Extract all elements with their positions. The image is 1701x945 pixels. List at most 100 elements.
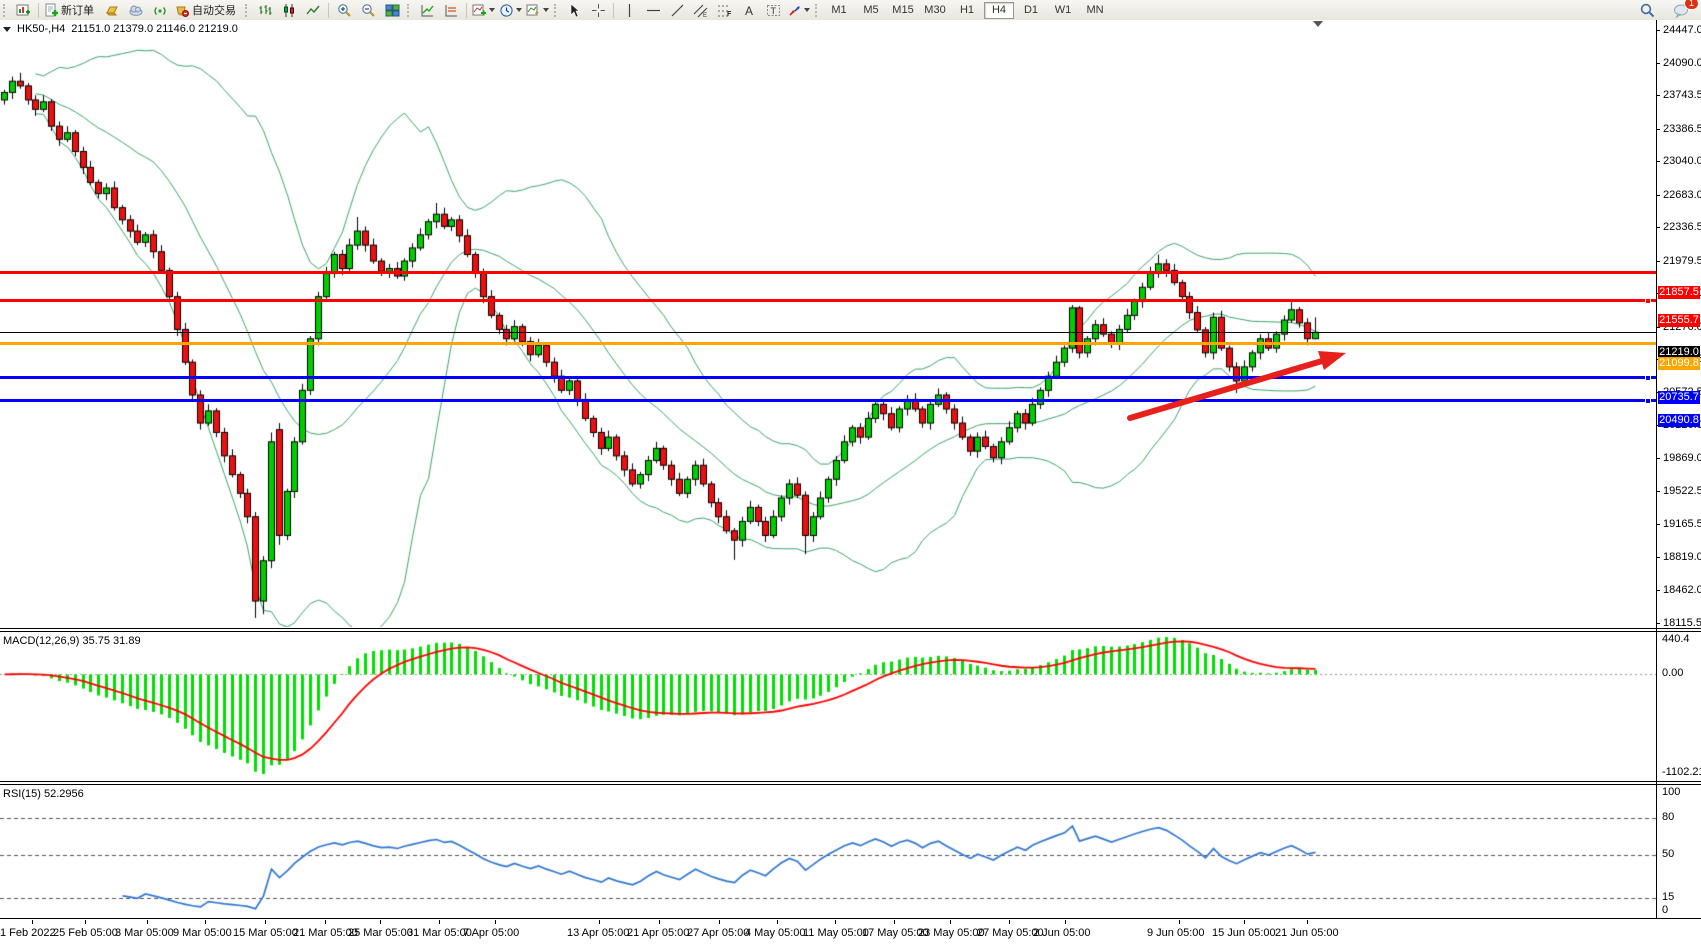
time-axis-tick xyxy=(1244,920,1245,924)
price-axis-tick: 19165.5 xyxy=(1656,518,1701,531)
channel-button[interactable]: E xyxy=(689,1,713,19)
text-button[interactable]: A xyxy=(737,1,761,19)
price-axis-highlight-label: 20735.7 xyxy=(1658,391,1700,404)
crosshair-button[interactable] xyxy=(586,1,610,19)
time-axis-label: 4 May 05:00 xyxy=(745,927,806,939)
objects-list-button[interactable] xyxy=(439,1,463,19)
toolbar-drag-handle[interactable] xyxy=(815,4,819,17)
gold-button[interactable] xyxy=(100,1,124,19)
time-axis[interactable]: 1 Feb 202225 Feb 05:003 Mar 05:009 Mar 0… xyxy=(0,920,1701,945)
timeframe-button-m30[interactable]: M30 xyxy=(920,2,950,19)
rsi-axis-label-50: 50 xyxy=(1662,848,1674,860)
time-axis-label: 23 May 05:00 xyxy=(918,927,985,939)
rsi-canvas[interactable] xyxy=(0,785,1656,916)
toolbar-drag-handle[interactable] xyxy=(3,4,7,17)
indicator-list-button[interactable] xyxy=(415,1,439,19)
symbol-dropdown-icon[interactable] xyxy=(3,27,11,32)
price-axis[interactable]: 24447.024090.023743.523386.523040.022683… xyxy=(1656,20,1701,919)
time-axis-tick xyxy=(894,920,895,924)
time-axis-label: 11 May 05:00 xyxy=(803,927,869,939)
macd-canvas[interactable] xyxy=(0,632,1656,779)
templates-button[interactable] xyxy=(524,1,551,19)
signal-button[interactable] xyxy=(148,1,172,19)
timeframe-button-m5[interactable]: M5 xyxy=(856,2,886,19)
macd-axis-min: -1102.21 xyxy=(1662,766,1701,778)
gold-icon xyxy=(104,3,120,18)
time-axis-label: 13 Apr 05:00 xyxy=(567,927,629,939)
timeframe-button-m15[interactable]: M15 xyxy=(888,2,918,19)
time-axis-tick xyxy=(1009,920,1010,924)
cloud-button[interactable] xyxy=(124,1,148,19)
timeframe-button-d1[interactable]: D1 xyxy=(1016,2,1046,19)
vertical-line-button[interactable] xyxy=(617,1,641,19)
timeframe-button-mn[interactable]: MN xyxy=(1080,2,1110,19)
toolbar-drag-handle[interactable] xyxy=(407,4,411,17)
periods-button[interactable] xyxy=(497,1,524,19)
bar-chart-button[interactable] xyxy=(253,1,277,19)
search-icon xyxy=(1639,2,1655,18)
add-indicator-button[interactable] xyxy=(470,1,497,19)
macd-pane: MACD(12,26,9) 35.75 31.89 440.40.00-1102… xyxy=(0,631,1701,782)
notifications-button[interactable]: 1 xyxy=(1669,1,1693,19)
zoom-in-button[interactable] xyxy=(332,1,356,19)
price-axis-tick: 22336.5 xyxy=(1656,221,1701,234)
toolbar-drag-handle[interactable] xyxy=(554,4,558,17)
toolbar-right: 1 xyxy=(1635,1,1701,19)
periods-clock-icon xyxy=(499,3,514,18)
cursor-button[interactable] xyxy=(562,1,586,19)
candlestick-chart-button[interactable] xyxy=(277,1,301,19)
main-price-pane: HK50-,H4 21151.0 21379.0 21146.0 21219.0 xyxy=(0,20,1701,629)
search-button[interactable] xyxy=(1635,1,1659,19)
zoom-out-button[interactable] xyxy=(356,1,380,19)
trend-arrow[interactable] xyxy=(0,20,1656,627)
templates-icon xyxy=(526,3,541,18)
time-axis-tick xyxy=(85,920,86,924)
time-axis-label: 9 Jun 05:00 xyxy=(1147,927,1205,939)
time-axis-label: 25 Feb 05:00 xyxy=(53,927,118,939)
timeframe-button-w1[interactable]: W1 xyxy=(1048,2,1078,19)
text-icon: A xyxy=(743,3,756,18)
horizontal-line-button[interactable] xyxy=(641,1,665,19)
svg-text:E: E xyxy=(703,13,707,18)
price-axis-tick: 21979.5 xyxy=(1656,255,1701,268)
line-chart-button[interactable] xyxy=(301,1,325,19)
time-axis-tick xyxy=(719,920,720,924)
timeframe-group: M1M5M15M30H1H4D1W1MN xyxy=(823,2,1111,19)
text-label-button[interactable]: T xyxy=(761,1,785,19)
dropdown-arrow-icon xyxy=(543,8,549,12)
timeframe-button-m1[interactable]: M1 xyxy=(824,2,854,19)
zoom-in-icon xyxy=(337,3,352,18)
rsi-axis-label-100: 100 xyxy=(1662,786,1680,798)
tile-windows-button[interactable] xyxy=(380,1,404,19)
new-order-button[interactable]: 新订单 xyxy=(42,1,100,19)
chart-window: HK50-,H4 21151.0 21379.0 21146.0 21219.0… xyxy=(0,20,1701,945)
price-axis-highlight-label: 20490.8 xyxy=(1658,414,1700,427)
price-axis-highlight-label: 21555.7 xyxy=(1658,314,1700,327)
fibonacci-button[interactable]: F xyxy=(713,1,737,19)
time-axis-tick xyxy=(835,920,836,924)
toolbar-drag-handle[interactable] xyxy=(245,4,249,17)
trendline-button[interactable] xyxy=(665,1,689,19)
time-axis-tick xyxy=(495,920,496,924)
new-chart-button[interactable] xyxy=(11,1,35,19)
time-axis-tick xyxy=(659,920,660,924)
autotrading-button[interactable]: 自动交易 xyxy=(172,1,242,19)
price-axis-tick: 18462.0 xyxy=(1656,584,1701,597)
new-order-label: 新订单 xyxy=(59,2,98,18)
new-order-icon xyxy=(44,3,59,18)
timeframe-button-h1[interactable]: H1 xyxy=(952,2,982,19)
new-chart-icon xyxy=(16,3,31,18)
price-axis-highlight-label: 21099.8 xyxy=(1658,357,1700,370)
price-axis-highlight-label: 21857.5 xyxy=(1658,286,1700,299)
time-axis-tick xyxy=(32,920,33,924)
autotrading-icon xyxy=(174,3,190,18)
timeframe-button-h4[interactable]: H4 xyxy=(984,2,1014,19)
vertical-line-icon xyxy=(623,3,636,18)
tile-windows-icon xyxy=(385,3,400,18)
price-axis-tick: 24090.0 xyxy=(1656,57,1701,70)
price-axis-tick: 23386.5 xyxy=(1656,123,1701,136)
arrows-icon xyxy=(787,3,802,18)
text-label-icon: T xyxy=(766,3,781,18)
arrows-button[interactable] xyxy=(785,1,812,19)
chart-title: HK50-,H4 21151.0 21379.0 21146.0 21219.0 xyxy=(3,23,238,35)
